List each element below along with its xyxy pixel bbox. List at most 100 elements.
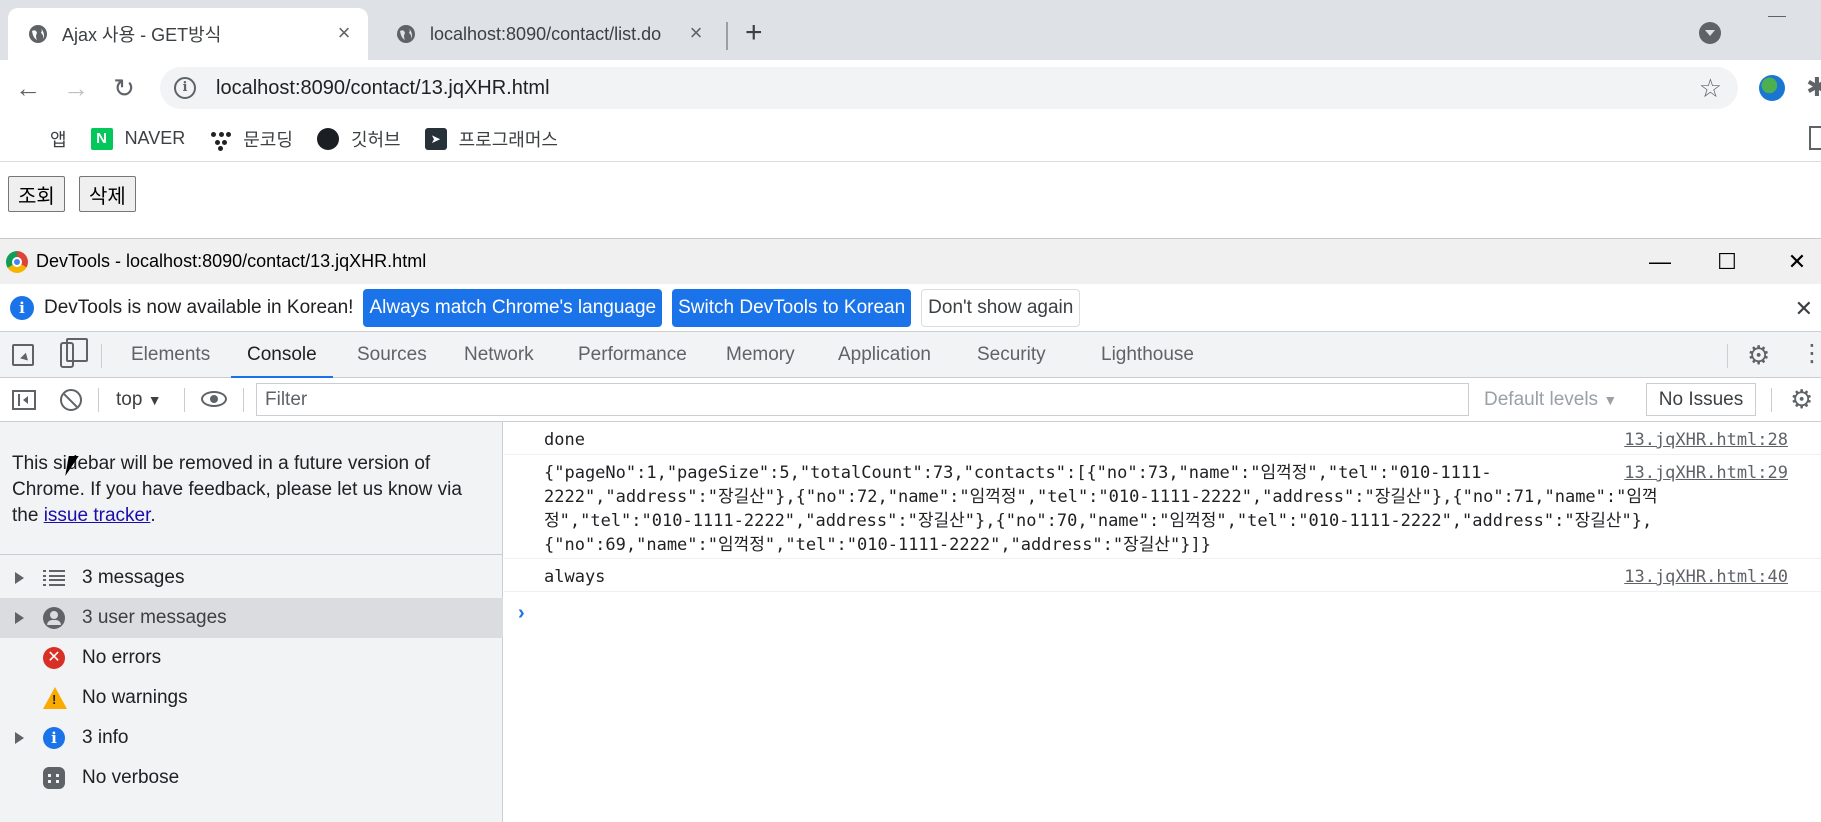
levels-label: Default levels xyxy=(1484,389,1599,410)
tab-memory[interactable]: Memory xyxy=(726,332,795,378)
message-text: always xyxy=(544,567,606,587)
message-source-link[interactable]: 13.jqXHR.html:40 xyxy=(1624,565,1788,589)
bookmarks-bar: 앱 N NAVER 문코딩 깃허브 ➤ 프로그래머스 xyxy=(0,116,1821,162)
divider xyxy=(243,388,244,412)
url-path: :8090/contact/13.jqXHR.html xyxy=(294,76,550,99)
maximize-icon[interactable]: ☐ xyxy=(1692,239,1762,285)
bookmark-naver[interactable]: N NAVER xyxy=(90,127,186,150)
language-infobar: i DevTools is now available in Korean! A… xyxy=(0,284,1821,332)
window-minimize-icon[interactable] xyxy=(1768,16,1786,17)
issue-tracker-link[interactable]: issue tracker xyxy=(44,505,151,526)
context-value: top xyxy=(116,389,143,410)
expand-caret-icon[interactable] xyxy=(15,732,24,744)
inspect-element-icon[interactable] xyxy=(12,344,34,366)
tab-separator xyxy=(726,22,728,50)
tab-elements[interactable]: Elements xyxy=(131,332,210,378)
close-icon[interactable]: ✕ xyxy=(1762,239,1821,285)
sidebar-item-label: No verbose xyxy=(82,767,180,788)
issues-button[interactable]: No Issues xyxy=(1646,383,1756,416)
globe-icon xyxy=(29,25,47,43)
context-selector[interactable]: top ▼ xyxy=(116,378,162,422)
live-expression-eye-icon[interactable] xyxy=(201,391,227,407)
tab-lighthouse[interactable]: Lighthouse xyxy=(1101,332,1194,378)
sidebar-toggle-icon[interactable] xyxy=(12,390,36,410)
bookmark-star-icon[interactable]: ☆ xyxy=(1699,73,1722,104)
expand-caret-icon[interactable] xyxy=(15,572,24,584)
minimize-icon[interactable]: — xyxy=(1625,239,1695,285)
device-toolbar-icon[interactable] xyxy=(60,338,88,368)
tab-application[interactable]: Application xyxy=(838,332,931,378)
tab-sources[interactable]: Sources xyxy=(357,332,427,378)
sidebar-item-info[interactable]: i 3 info xyxy=(0,718,503,758)
browser-tab-active[interactable]: Ajax 사용 - GET방식 × xyxy=(8,8,368,60)
console-settings-gear-icon[interactable]: ⚙ xyxy=(1790,386,1813,412)
browser-tabstrip: Ajax 사용 - GET방식 × localhost:8090/contact… xyxy=(0,0,1821,60)
url-host: localhost xyxy=(216,76,295,99)
forward-arrow-icon[interactable]: → xyxy=(60,72,92,104)
tab-performance[interactable]: Performance xyxy=(578,332,687,378)
sidebar-item-verbose[interactable]: No verbose xyxy=(0,758,503,798)
verbose-bug-icon xyxy=(43,767,65,789)
settings-gear-icon[interactable]: ⚙ xyxy=(1747,342,1770,368)
sidebar-item-warnings[interactable]: ! No warnings xyxy=(0,678,503,718)
tab-close-icon[interactable]: × xyxy=(684,22,708,46)
info-icon: i xyxy=(10,295,34,320)
bookmark-programmers[interactable]: ➤ 프로그래머스 xyxy=(424,126,558,152)
extension-globe-icon[interactable] xyxy=(1759,75,1785,101)
bookmark-mooncoding[interactable]: 문코딩 xyxy=(209,126,293,152)
notice-end: . xyxy=(150,505,156,526)
bookmark-label: NAVER xyxy=(124,128,186,148)
console-prompt[interactable]: › xyxy=(518,602,525,625)
sidebar-deprecation-notice: This sidebar will be removed in a future… xyxy=(0,422,502,555)
expand-caret-icon[interactable] xyxy=(15,612,24,624)
sidebar-item-messages[interactable]: 3 messages xyxy=(0,558,503,598)
tab-title: localhost:8090/contact/list.do xyxy=(430,23,662,44)
apps-grid-icon xyxy=(16,128,38,150)
dont-show-again-button[interactable]: Don't show again xyxy=(921,288,1081,327)
url-text[interactable]: localhost:8090/contact/13.jqXHR.html xyxy=(216,77,550,100)
console-message: done 13.jqXHR.html:28 xyxy=(504,422,1821,455)
sidebar-item-label: No errors xyxy=(82,647,162,668)
devtools-tabbar: Elements Console Sources Network Perform… xyxy=(0,332,1821,378)
programmers-icon: ➤ xyxy=(424,127,447,150)
clear-console-icon[interactable] xyxy=(60,389,82,411)
tab-close-icon[interactable]: × xyxy=(332,22,356,46)
user-icon xyxy=(43,607,65,629)
always-match-language-button[interactable]: Always match Chrome's language xyxy=(363,288,663,327)
sidebar-item-errors[interactable]: ✕ No errors xyxy=(0,638,503,678)
warning-icon: ! xyxy=(43,687,67,709)
reload-icon[interactable]: ↻ xyxy=(108,72,140,104)
switch-to-korean-button[interactable]: Switch DevTools to Korean xyxy=(672,288,912,327)
bookmark-label: 프로그래머스 xyxy=(458,129,558,150)
bookmark-apps[interactable]: 앱 xyxy=(16,126,67,152)
tab-network[interactable]: Network xyxy=(464,332,534,378)
filter-input[interactable] xyxy=(256,383,1469,416)
github-icon xyxy=(316,127,339,150)
site-info-icon[interactable]: i xyxy=(174,77,196,99)
address-bar[interactable]: i localhost:8090/contact/13.jqXHR.html ☆ xyxy=(160,67,1738,109)
message-source-link[interactable]: 13.jqXHR.html:29 xyxy=(1624,461,1788,485)
extensions-puzzle-icon[interactable]: ✱ xyxy=(1806,72,1821,103)
divider xyxy=(184,388,185,412)
tab-console[interactable]: Console xyxy=(231,332,333,378)
infobar-message: DevTools is now available in Korean! xyxy=(44,296,354,318)
tab-security[interactable]: Security xyxy=(977,332,1046,378)
bookmark-github[interactable]: 깃허브 xyxy=(316,126,401,152)
console-messages: done 13.jqXHR.html:28 {"pageNo":1,"pageS… xyxy=(504,422,1821,822)
sidebar-item-label: 3 messages xyxy=(82,567,185,588)
back-arrow-icon[interactable]: ← xyxy=(12,72,44,104)
bookmark-label: 문코딩 xyxy=(243,129,293,150)
search-button[interactable]: 조회 xyxy=(8,176,65,212)
more-options-icon[interactable]: ⋮ xyxy=(1800,342,1821,366)
new-tab-button[interactable]: + xyxy=(745,18,763,48)
reading-list-icon[interactable] xyxy=(1809,126,1821,150)
infobar-close-icon[interactable]: ✕ xyxy=(1795,296,1813,322)
sidebar-item-user-messages[interactable]: 3 user messages xyxy=(0,598,503,638)
list-icon xyxy=(43,570,65,586)
tab-search-icon[interactable] xyxy=(1699,22,1721,44)
message-text: done xyxy=(544,430,585,450)
message-source-link[interactable]: 13.jqXHR.html:28 xyxy=(1624,428,1788,452)
delete-button[interactable]: 삭제 xyxy=(79,176,136,212)
log-levels-dropdown[interactable]: Default levels ▼ xyxy=(1484,378,1617,422)
browser-tab[interactable]: localhost:8090/contact/list.do × xyxy=(376,8,720,60)
